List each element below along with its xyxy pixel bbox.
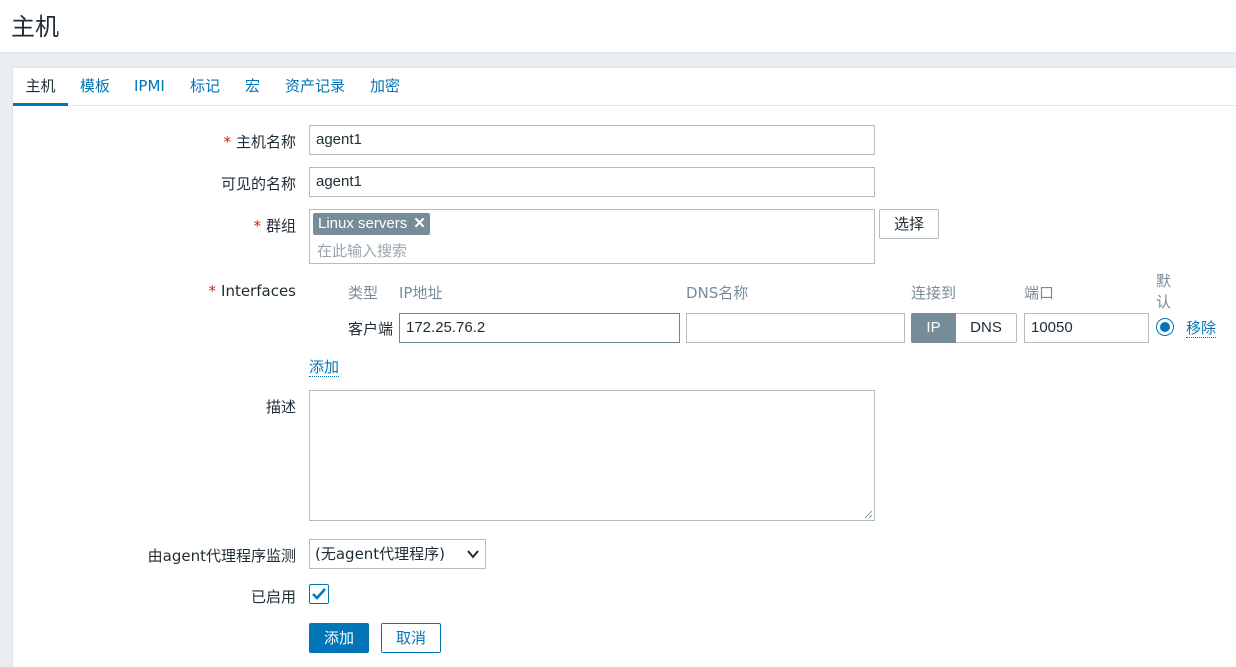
interfaces-label: * Interfaces	[208, 282, 296, 300]
checkmark-icon	[312, 588, 326, 600]
chevron-down-icon	[467, 550, 479, 559]
proxy-selected-value: (无agent代理程序)	[315, 545, 446, 563]
ip-address-input[interactable]: 172.25.76.2	[399, 313, 680, 343]
groups-label: * 群组	[253, 217, 296, 235]
add-button[interactable]: 添加	[309, 623, 369, 653]
tab-bar: 主机 模板 IPMI 标记 宏 资产记录 加密	[13, 68, 1236, 106]
group-chip: Linux servers ✕	[313, 213, 430, 235]
host-name-input[interactable]: agent1	[309, 125, 875, 155]
cancel-button[interactable]: 取消	[381, 623, 441, 653]
tab-encryption[interactable]: 加密	[370, 68, 400, 106]
remove-interface-link[interactable]: 移除	[1186, 319, 1217, 338]
col-connect-to: 连接到	[911, 284, 957, 302]
col-dns: DNS名称	[686, 284, 749, 302]
col-type: 类型	[348, 284, 379, 302]
required-marker: *	[208, 282, 217, 300]
col-port: 端口	[1024, 284, 1055, 302]
left-strip	[0, 54, 12, 667]
remove-chip-icon[interactable]: ✕	[413, 215, 426, 232]
resize-grip-icon[interactable]	[864, 510, 873, 519]
interface-type: 客户端	[348, 320, 394, 338]
description-label: 描述	[265, 398, 296, 416]
dns-name-input[interactable]	[686, 313, 905, 343]
tab-ipmi[interactable]: IPMI	[134, 68, 165, 106]
col-ip: IP地址	[399, 284, 443, 302]
required-marker: *	[253, 217, 261, 235]
select-groups-button[interactable]: 选择	[879, 209, 939, 239]
col-default: 默认	[1156, 272, 1172, 311]
proxy-label: 由agent代理程序监测	[147, 547, 296, 565]
default-interface-radio[interactable]	[1156, 318, 1174, 336]
add-interface-link[interactable]: 添加	[309, 358, 340, 377]
form-panel: 主机 模板 IPMI 标记 宏 资产记录 加密 * 主机名称 agent1 可见的…	[12, 67, 1236, 667]
groups-search-input[interactable]: 在此输入搜索	[317, 240, 407, 261]
radio-dot	[1160, 322, 1170, 332]
page-title: 主机	[11, 13, 59, 41]
tab-host[interactable]: 主机	[13, 68, 68, 106]
required-marker: *	[223, 133, 231, 151]
description-textarea[interactable]	[309, 390, 875, 521]
tab-macros[interactable]: 宏	[245, 68, 260, 106]
groups-multiselect[interactable]: Linux servers ✕ 在此输入搜索	[309, 209, 875, 264]
proxy-select[interactable]: (无agent代理程序)	[309, 539, 486, 569]
tab-templates[interactable]: 模板	[80, 68, 110, 106]
host-name-label: * 主机名称	[223, 133, 296, 151]
enabled-label: 已启用	[250, 588, 296, 606]
tab-tags[interactable]: 标记	[190, 68, 220, 106]
page-header: 主机	[0, 0, 1236, 53]
tab-inventory[interactable]: 资产记录	[285, 68, 345, 106]
visible-name-input[interactable]: agent1	[309, 167, 875, 197]
port-input[interactable]: 10050	[1024, 313, 1149, 343]
connect-dns-toggle[interactable]: DNS	[956, 313, 1017, 343]
visible-name-label: 可见的名称	[220, 175, 296, 193]
enabled-checkbox[interactable]	[309, 584, 329, 604]
connect-ip-toggle[interactable]: IP	[911, 313, 956, 343]
